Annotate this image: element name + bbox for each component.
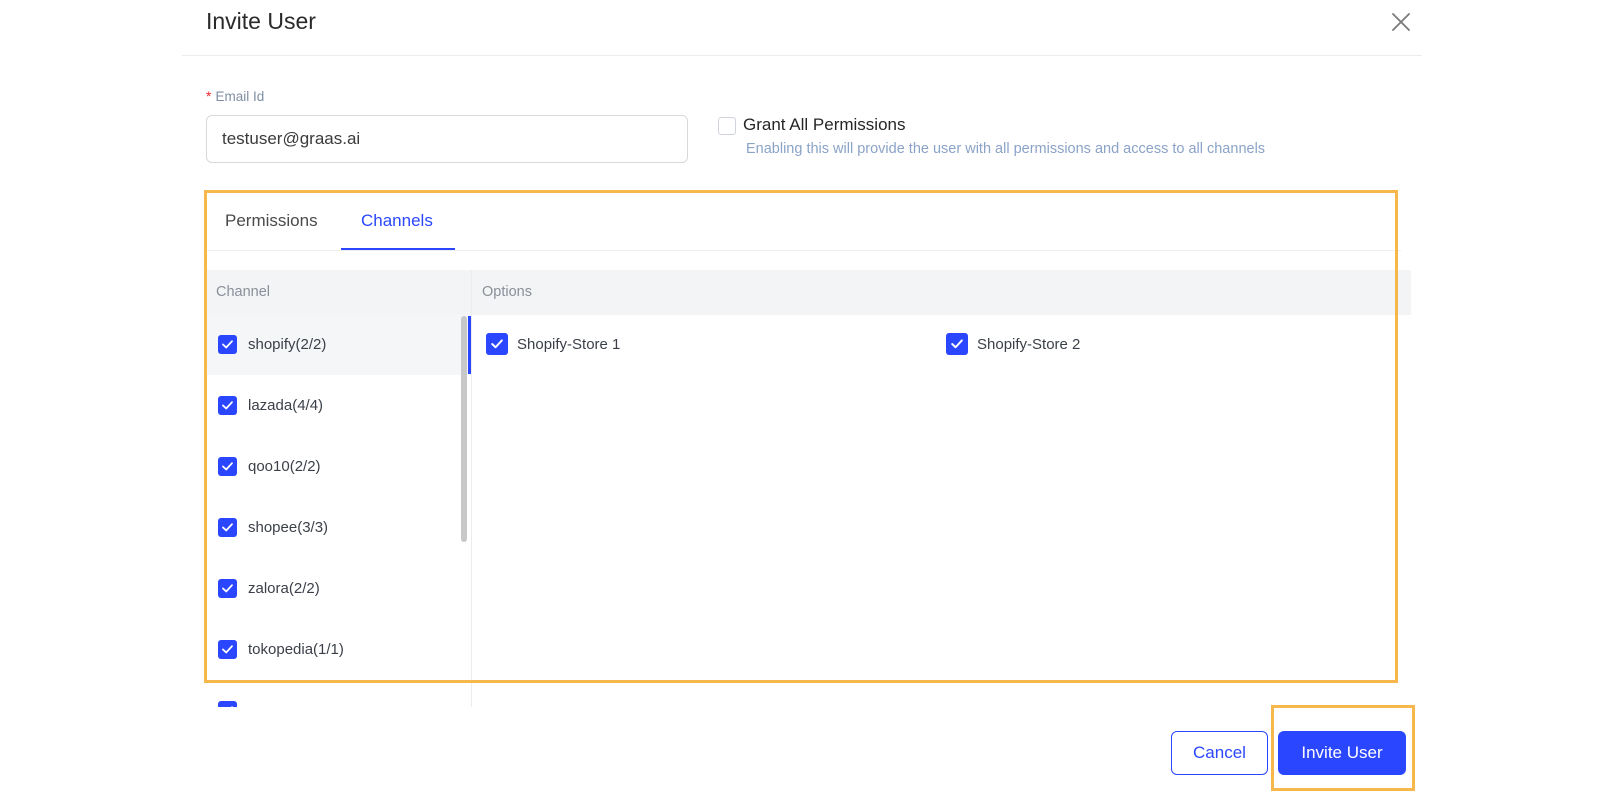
option-label: Shopify-Store 2 — [977, 336, 1081, 353]
column-divider — [471, 270, 472, 707]
checkbox-checked-icon[interactable] — [218, 640, 237, 659]
channel-label: tokopedia(1/1) — [248, 641, 344, 658]
channel-item-lazada[interactable]: lazada(4/4) — [205, 376, 471, 436]
checkbox-checked-icon[interactable] — [218, 579, 237, 598]
active-channel-indicator — [468, 316, 471, 374]
active-tab-indicator — [341, 248, 455, 250]
grant-all-help-text: Enabling this will provide the user with… — [746, 141, 1266, 157]
channel-label: qoo10(2/2) — [248, 458, 321, 475]
checkbox-checked-icon[interactable] — [218, 335, 237, 354]
channel-item-partial[interactable] — [205, 681, 471, 707]
email-field[interactable] — [206, 115, 688, 163]
channel-item-qoo10[interactable]: qoo10(2/2) — [205, 437, 471, 497]
channel-item-shopify[interactable]: shopify(2/2) — [205, 315, 471, 375]
tab-bar: Permissions Channels — [205, 193, 1401, 251]
column-header-channel: Channel — [216, 284, 271, 300]
email-label: * Email Id — [206, 88, 264, 104]
tab-channels[interactable]: Channels — [361, 211, 433, 231]
channel-label: zalora(2/2) — [248, 580, 320, 597]
channel-list[interactable]: shopify(2/2) lazada(4/4) qoo10(2/2) shop… — [205, 315, 471, 707]
email-label-text: Email Id — [215, 89, 265, 104]
channel-item-tokopedia[interactable]: tokopedia(1/1) — [205, 620, 471, 680]
channel-item-zalora[interactable]: zalora(2/2) — [205, 559, 471, 619]
invite-user-button[interactable]: Invite User — [1278, 731, 1406, 775]
option-label: Shopify-Store 1 — [517, 336, 621, 353]
close-icon[interactable] — [1388, 9, 1414, 35]
cancel-button[interactable]: Cancel — [1171, 731, 1268, 775]
column-header-options: Options — [482, 284, 532, 300]
checkbox-checked-icon[interactable] — [218, 701, 237, 707]
checkbox-checked-icon[interactable] — [486, 333, 508, 355]
modal-header: Invite User — [182, 0, 1422, 56]
grant-all-checkbox[interactable] — [718, 117, 736, 135]
grant-all-label[interactable]: Grant All Permissions — [743, 115, 906, 135]
channel-label: lazada(4/4) — [248, 397, 324, 414]
checkbox-checked-icon[interactable] — [218, 457, 237, 476]
checkbox-checked-icon[interactable] — [946, 333, 968, 355]
checkbox-checked-icon[interactable] — [218, 518, 237, 537]
channel-label: shopify(2/2) — [248, 336, 327, 353]
required-mark: * — [206, 88, 212, 104]
tab-permissions[interactable]: Permissions — [225, 211, 318, 231]
modal-title: Invite User — [206, 8, 316, 34]
checkbox-checked-icon[interactable] — [218, 396, 237, 415]
table-header: Channel Options — [205, 270, 1411, 315]
channel-item-shopee[interactable]: shopee(3/3) — [205, 498, 471, 558]
channel-label: shopee(3/3) — [248, 519, 329, 536]
channel-list-scrollbar[interactable] — [461, 316, 467, 542]
